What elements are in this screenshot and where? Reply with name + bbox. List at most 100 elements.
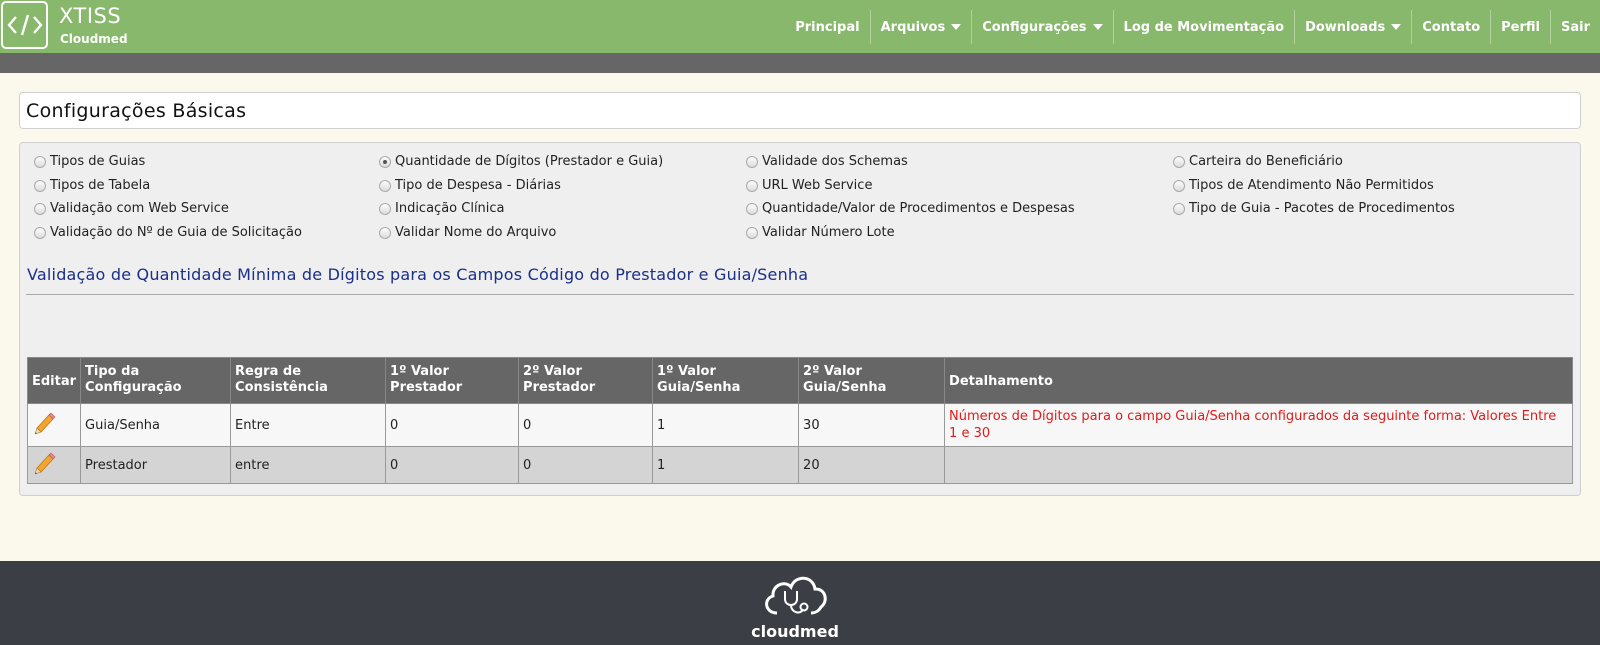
radio-label: Quantidade de Dígitos (Prestador e Guia) [395, 154, 664, 169]
radio-tipos-guias[interactable]: Tipos de Guias [34, 154, 145, 169]
radio-button[interactable] [746, 202, 758, 215]
table-row: Prestador entre 0 0 1 20 [26, 446, 1573, 484]
radio-tipos-tabela[interactable]: Tipos de Tabela [34, 178, 150, 193]
cell-v1-prestador: 0 [385, 403, 520, 447]
cloud-stethoscope-icon [765, 576, 827, 615]
radio-tipo-guia-pacotes[interactable]: Tipo de Guia - Pacotes de Procedimentos [1173, 201, 1455, 216]
nav-label: Principal [795, 19, 860, 35]
col-header-editar: Editar [26, 357, 82, 404]
radio-validar-numero-lote[interactable]: Validar Número Lote [746, 225, 895, 240]
title-panel: Configurações Básicas [19, 92, 1581, 129]
radio-label: Validação com Web Service [50, 201, 229, 216]
brand-title[interactable]: XTISS [59, 4, 121, 28]
col-header-v1-prestador: 1º Valor Prestador [385, 357, 520, 404]
radio-tipo-despesa-diarias[interactable]: Tipo de Despesa - Diárias [379, 178, 561, 193]
radio-label: Tipo de Guia - Pacotes de Procedimentos [1189, 201, 1455, 216]
radio-button[interactable] [34, 226, 46, 239]
caret-down-icon [1391, 24, 1402, 30]
radio-label: Tipos de Guias [50, 154, 146, 169]
col-header-regra: Regra de Consistência [230, 357, 387, 404]
radio-label: Carteira do Beneficiário [1189, 154, 1343, 169]
cell-detalhamento: Números de Dígitos para o campo Guia/Sen… [944, 403, 1573, 447]
nav-item-contato[interactable]: Contato [1411, 10, 1490, 44]
radio-button[interactable] [34, 179, 46, 192]
code-logo-icon[interactable] [1, 1, 48, 49]
nav-label: Perfil [1501, 19, 1540, 35]
nav-label: Sair [1560, 19, 1590, 35]
radio-label: URL Web Service [762, 178, 873, 193]
radio-validacao-guia-solicitacao[interactable]: Validação do Nº de Guia de Solicitação [34, 225, 302, 240]
radio-label: Validade dos Schemas [762, 154, 908, 169]
nav-label: Downloads [1305, 19, 1386, 35]
cell-v2-prestador: 0 [518, 446, 654, 484]
radio-quantidade-valor-procedimentos[interactable]: Quantidade/Valor de Procedimentos e Desp… [746, 201, 1075, 216]
radio-button[interactable] [1173, 179, 1185, 192]
nav-item-arquivos[interactable]: Arquivos [869, 10, 972, 44]
radio-label: Validar Nome do Arquivo [395, 225, 557, 240]
radio-button[interactable] [746, 155, 758, 168]
cell-detalhamento [944, 446, 1573, 484]
radio-button[interactable] [1173, 202, 1185, 215]
col-header-detalhamento: Detalhamento [944, 357, 1573, 404]
section-title: Validação de Quantidade Mínima de Dígito… [27, 265, 809, 284]
top-navbar: XTISS Cloudmed Principal Arquivos Config… [0, 0, 1600, 53]
pencil-edit-icon[interactable] [32, 452, 56, 475]
edit-cell [26, 446, 82, 484]
divider [26, 294, 1574, 295]
radio-indicacao-clinica[interactable]: Indicação Clínica [379, 201, 505, 216]
main-nav: Principal Arquivos Configurações Log de … [785, 10, 1600, 44]
radio-quantidade-digitos[interactable]: Quantidade de Dígitos (Prestador e Guia) [379, 154, 663, 169]
cell-regra: entre [230, 446, 387, 484]
radio-button[interactable] [1173, 155, 1185, 168]
cell-tipo: Prestador [80, 446, 232, 484]
radio-validade-schemas[interactable]: Validade dos Schemas [746, 154, 908, 169]
radio-label: Validar Número Lote [762, 225, 895, 240]
radio-label: Tipo de Despesa - Diárias [395, 178, 561, 193]
radio-button[interactable] [379, 226, 391, 239]
cloudmed-logo: cloudmed [747, 569, 843, 641]
footer-logo-text: cloudmed [751, 622, 839, 641]
nav-label: Configurações [982, 19, 1087, 35]
cell-v2-guia: 30 [798, 403, 946, 447]
radio-button[interactable] [34, 155, 46, 168]
page-title: Configurações Básicas [26, 100, 247, 122]
cell-regra: Entre [230, 403, 387, 447]
cell-v1-guia: 1 [652, 403, 800, 447]
nav-item-log-movimentacao[interactable]: Log de Movimentação [1112, 10, 1295, 44]
caret-down-icon [951, 24, 962, 30]
radio-label: Tipos de Atendimento Não Permitidos [1189, 178, 1434, 193]
cell-v2-prestador: 0 [518, 403, 654, 447]
caret-down-icon [1092, 24, 1103, 30]
radio-button[interactable] [379, 179, 391, 192]
radio-label: Validação do Nº de Guia de Solicitação [50, 225, 302, 240]
radio-button[interactable] [379, 202, 391, 215]
radio-button-selected[interactable] [379, 155, 391, 168]
nav-item-principal[interactable]: Principal [785, 10, 869, 44]
nav-item-sair[interactable]: Sair [1549, 10, 1600, 44]
brand-subtitle: Cloudmed [60, 32, 128, 46]
cell-v1-prestador: 0 [385, 446, 520, 484]
radio-button[interactable] [34, 202, 46, 215]
radio-validacao-web-service[interactable]: Validação com Web Service [34, 201, 229, 216]
cell-tipo: Guia/Senha [80, 403, 232, 447]
radio-validar-nome-arquivo[interactable]: Validar Nome do Arquivo [379, 225, 556, 240]
radio-label: Tipos de Tabela [50, 178, 151, 193]
edit-cell [26, 403, 82, 447]
nav-item-perfil[interactable]: Perfil [1490, 10, 1550, 44]
col-header-tipo: Tipo da Configuração [80, 357, 232, 404]
footer: cloudmed [0, 561, 1600, 645]
radio-button[interactable] [746, 179, 758, 192]
cell-v2-guia: 20 [798, 446, 946, 484]
col-header-v2-guia: 2º Valor Guia/Senha [798, 357, 946, 404]
config-panel: Tipos de Guias Tipos de Tabela Validação… [19, 142, 1581, 496]
pencil-edit-icon[interactable] [32, 412, 56, 435]
radio-url-web-service[interactable]: URL Web Service [746, 178, 872, 193]
col-header-v2-prestador: 2º Valor Prestador [518, 357, 654, 404]
cell-v1-guia: 1 [652, 446, 800, 484]
nav-item-downloads[interactable]: Downloads [1294, 10, 1411, 44]
nav-item-configuracoes[interactable]: Configurações [971, 10, 1112, 44]
table-header-row: Editar Tipo da Configuração Regra de Con… [26, 357, 1573, 404]
radio-carteira-beneficiario[interactable]: Carteira do Beneficiário [1173, 154, 1343, 169]
radio-tipos-atendimento[interactable]: Tipos de Atendimento Não Permitidos [1173, 178, 1434, 193]
radio-button[interactable] [746, 226, 758, 239]
